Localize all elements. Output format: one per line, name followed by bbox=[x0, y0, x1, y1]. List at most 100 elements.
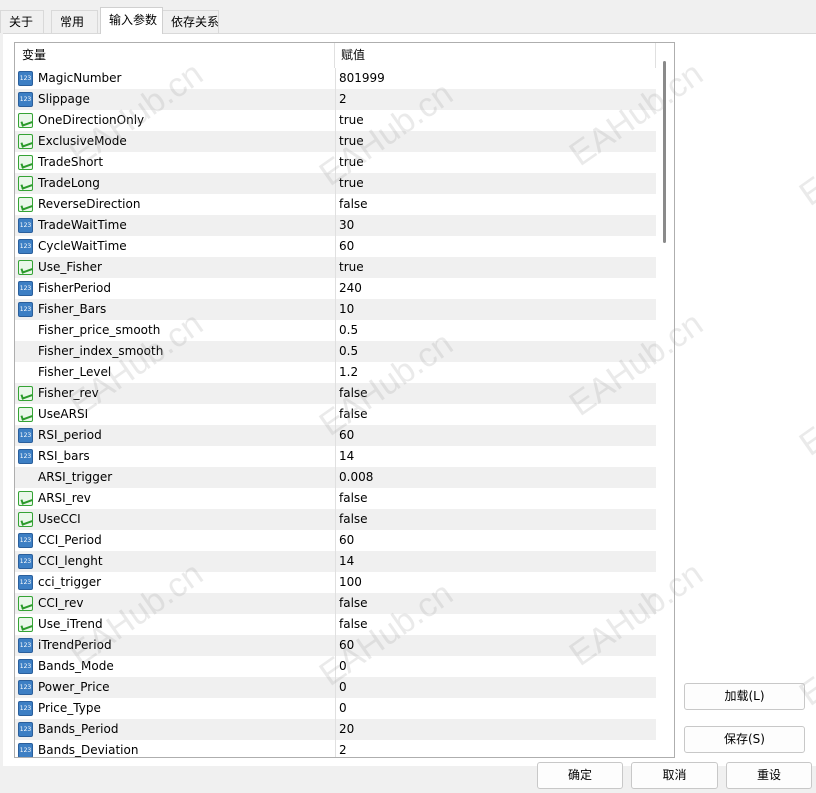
table-row[interactable]: Slippage 2 bbox=[15, 89, 656, 110]
tab-about[interactable]: 关于 bbox=[0, 10, 44, 33]
variable-value[interactable]: false bbox=[339, 404, 368, 425]
variable-name: Fisher_index_smooth bbox=[38, 344, 164, 358]
column-header-value[interactable]: 赋值 bbox=[335, 43, 656, 68]
table-row[interactable]: OneDirectionOnly true bbox=[15, 110, 656, 131]
variable-value[interactable]: false bbox=[339, 593, 368, 614]
boolean-icon bbox=[18, 491, 33, 506]
cancel-button[interactable]: 取消 bbox=[631, 762, 718, 789]
table-row[interactable]: Power_Price 0 bbox=[15, 677, 656, 698]
variable-value[interactable]: 0 bbox=[339, 698, 347, 719]
variable-value[interactable]: 2 bbox=[339, 740, 347, 757]
variable-value[interactable]: 14 bbox=[339, 551, 354, 572]
variable-value[interactable]: 100 bbox=[339, 572, 362, 593]
variable-value[interactable]: true bbox=[339, 110, 364, 131]
variable-name: TradeWaitTime bbox=[38, 218, 127, 232]
table-row[interactable]: iTrendPeriod 60 bbox=[15, 635, 656, 656]
column-divider bbox=[335, 425, 336, 446]
table-row[interactable]: TradeLong true bbox=[15, 173, 656, 194]
variable-value[interactable]: 801999 bbox=[339, 68, 385, 89]
variable-value[interactable]: true bbox=[339, 257, 364, 278]
tab-dependencies[interactable]: 依存关系 bbox=[162, 10, 219, 33]
variable-value[interactable]: 0.5 bbox=[339, 341, 358, 362]
variable-value[interactable]: 2 bbox=[339, 89, 347, 110]
table-row[interactable]: TradeShort true bbox=[15, 152, 656, 173]
variable-value[interactable]: false bbox=[339, 614, 368, 635]
variable-value[interactable]: 240 bbox=[339, 278, 362, 299]
column-divider bbox=[335, 320, 336, 341]
table-row[interactable]: TradeWaitTime 30 bbox=[15, 215, 656, 236]
variable-value[interactable]: 1.2 bbox=[339, 362, 358, 383]
table-row[interactable]: Bands_Mode 0 bbox=[15, 656, 656, 677]
integer-icon bbox=[18, 554, 33, 569]
variable-value[interactable]: 0 bbox=[339, 656, 347, 677]
variable-name: RSI_bars bbox=[38, 449, 90, 463]
variable-value[interactable]: 60 bbox=[339, 425, 354, 446]
variable-value[interactable]: false bbox=[339, 383, 368, 404]
boolean-icon bbox=[18, 113, 33, 128]
table-row[interactable]: CCI_Period 60 bbox=[15, 530, 656, 551]
column-divider bbox=[335, 152, 336, 173]
table-row[interactable]: UseCCI false bbox=[15, 509, 656, 530]
variable-name: RSI_period bbox=[38, 428, 102, 442]
variable-value[interactable]: 10 bbox=[339, 299, 354, 320]
table-row[interactable]: CCI_lenght 14 bbox=[15, 551, 656, 572]
tab-label: 常用 bbox=[60, 15, 85, 29]
variable-name: Fisher_Bars bbox=[38, 302, 107, 316]
load-button[interactable]: 加载(L) bbox=[684, 683, 805, 710]
vertical-scrollbar[interactable] bbox=[656, 43, 674, 757]
table-row[interactable]: Fisher_price_smooth 0.5 bbox=[15, 320, 656, 341]
reset-button[interactable]: 重设 bbox=[726, 762, 812, 789]
table-row[interactable]: CCI_rev false bbox=[15, 593, 656, 614]
column-divider bbox=[335, 257, 336, 278]
variable-value[interactable]: true bbox=[339, 152, 364, 173]
table-row[interactable]: CycleWaitTime 60 bbox=[15, 236, 656, 257]
variable-value[interactable]: 30 bbox=[339, 215, 354, 236]
table-row[interactable]: Fisher_Level 1.2 bbox=[15, 362, 656, 383]
table-row[interactable]: ReverseDirection false bbox=[15, 194, 656, 215]
table-row[interactable]: Bands_Period 20 bbox=[15, 719, 656, 740]
column-header-variable[interactable]: 变量 bbox=[15, 43, 335, 68]
variable-value[interactable]: 0.008 bbox=[339, 467, 373, 488]
table-row[interactable]: UseARSI false bbox=[15, 404, 656, 425]
variable-value[interactable]: 20 bbox=[339, 719, 354, 740]
variable-value[interactable]: false bbox=[339, 488, 368, 509]
table-row[interactable]: ARSI_trigger 0.008 bbox=[15, 467, 656, 488]
scrollbar-thumb[interactable] bbox=[663, 61, 666, 243]
double-icon bbox=[18, 365, 33, 380]
variable-value[interactable]: false bbox=[339, 509, 368, 530]
variable-value[interactable]: true bbox=[339, 173, 364, 194]
tab-common[interactable]: 常用 bbox=[51, 10, 98, 33]
table-row[interactable]: Use_iTrend false bbox=[15, 614, 656, 635]
column-divider bbox=[335, 656, 336, 677]
save-button[interactable]: 保存(S) bbox=[684, 726, 805, 753]
variable-value[interactable]: 14 bbox=[339, 446, 354, 467]
table-row[interactable]: Bands_Deviation 2 bbox=[15, 740, 656, 757]
variable-value[interactable]: false bbox=[339, 194, 368, 215]
table-row[interactable]: Fisher_Bars 10 bbox=[15, 299, 656, 320]
variable-name: Fisher_price_smooth bbox=[38, 323, 161, 337]
table-row[interactable]: cci_trigger 100 bbox=[15, 572, 656, 593]
table-row[interactable]: ARSI_rev false bbox=[15, 488, 656, 509]
table-row[interactable]: Fisher_rev false bbox=[15, 383, 656, 404]
variable-value[interactable]: 60 bbox=[339, 530, 354, 551]
table-row[interactable]: ExclusiveMode true bbox=[15, 131, 656, 152]
table-row[interactable]: RSI_period 60 bbox=[15, 425, 656, 446]
variable-value[interactable]: 60 bbox=[339, 635, 354, 656]
table-row[interactable]: MagicNumber 801999 bbox=[15, 68, 656, 89]
table-row[interactable]: Price_Type 0 bbox=[15, 698, 656, 719]
double-icon bbox=[18, 323, 33, 338]
variable-value[interactable]: 60 bbox=[339, 236, 354, 257]
column-divider bbox=[335, 278, 336, 299]
variable-name: Power_Price bbox=[38, 680, 110, 694]
ok-button[interactable]: 确定 bbox=[537, 762, 623, 789]
table-row[interactable]: FisherPeriod 240 bbox=[15, 278, 656, 299]
integer-icon bbox=[18, 71, 33, 86]
table-row[interactable]: RSI_bars 14 bbox=[15, 446, 656, 467]
variable-value[interactable]: 0.5 bbox=[339, 320, 358, 341]
table-row[interactable]: Fisher_index_smooth 0.5 bbox=[15, 341, 656, 362]
tab-input-parameters[interactable]: 输入参数 bbox=[100, 7, 163, 34]
variable-value[interactable]: 0 bbox=[339, 677, 347, 698]
variable-name: CCI_Period bbox=[38, 533, 102, 547]
variable-value[interactable]: true bbox=[339, 131, 364, 152]
table-row[interactable]: Use_Fisher true bbox=[15, 257, 656, 278]
